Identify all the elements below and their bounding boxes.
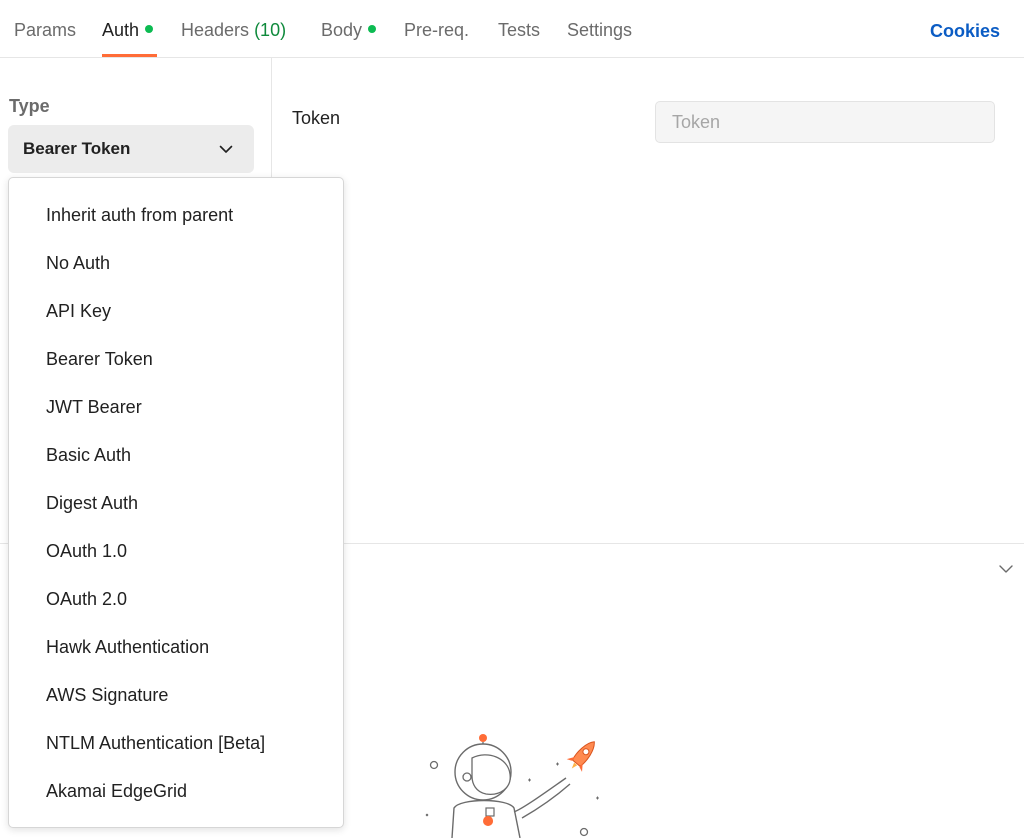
active-tab-indicator (102, 54, 157, 57)
dropdown-option-hawk[interactable]: Hawk Authentication (9, 625, 343, 669)
dropdown-option-oauth2[interactable]: OAuth 2.0 (9, 577, 343, 621)
tab-body[interactable]: Body (321, 20, 377, 41)
tab-auth[interactable]: Auth (102, 20, 154, 41)
tab-settings[interactable]: Settings (567, 20, 632, 41)
tab-params[interactable]: Params (14, 20, 76, 41)
tab-tests-label: Tests (498, 20, 541, 40)
dropdown-option-digest-auth[interactable]: Digest Auth (9, 481, 343, 525)
dropdown-option-akamai[interactable]: Akamai EdgeGrid (9, 769, 343, 813)
headers-count: (10) (254, 20, 287, 40)
tab-tests[interactable]: Tests (498, 20, 540, 41)
tab-headers-label: Headers (181, 20, 250, 40)
tab-settings-label: Settings (567, 20, 633, 40)
dropdown-option-api-key[interactable]: API Key (9, 289, 343, 333)
tab-body-label: Body (321, 20, 363, 40)
auth-type-value: Bearer Token (23, 139, 131, 158)
token-input[interactable] (655, 101, 995, 143)
astronaut-rocket-illustration (425, 734, 599, 838)
tab-pre-request[interactable]: Pre-req. (404, 20, 469, 41)
chevron-down-icon[interactable] (998, 561, 1014, 577)
tab-params-label: Params (14, 20, 77, 40)
dropdown-option-basic-auth[interactable]: Basic Auth (9, 433, 343, 477)
dropdown-option-aws-signature[interactable]: AWS Signature (9, 673, 343, 717)
cookies-link[interactable]: Cookies (930, 21, 1000, 42)
chevron-down-icon (219, 145, 233, 153)
tab-headers[interactable]: Headers (10) (181, 20, 286, 41)
status-dot (368, 25, 377, 33)
dropdown-option-inherit[interactable]: Inherit auth from parent (9, 193, 343, 237)
request-tab-bar: Params Auth Headers (10) Body Pre-req. T… (0, 0, 1024, 58)
token-label: Token (292, 108, 341, 128)
dropdown-option-jwt-bearer[interactable]: JWT Bearer (9, 385, 343, 429)
auth-type-dropdown: Inherit auth from parent No Auth API Key… (8, 177, 344, 828)
type-label: Type (9, 96, 50, 116)
dropdown-option-ntlm[interactable]: NTLM Authentication [Beta] (9, 721, 343, 765)
dropdown-option-bearer-token[interactable]: Bearer Token (9, 337, 343, 381)
tab-pre-request-label: Pre-req. (404, 20, 470, 40)
dropdown-option-no-auth[interactable]: No Auth (9, 241, 343, 285)
dropdown-option-oauth1[interactable]: OAuth 1.0 (9, 529, 343, 573)
auth-type-select[interactable]: Bearer Token (8, 125, 254, 173)
status-dot (145, 25, 154, 33)
tab-auth-label: Auth (102, 20, 140, 40)
